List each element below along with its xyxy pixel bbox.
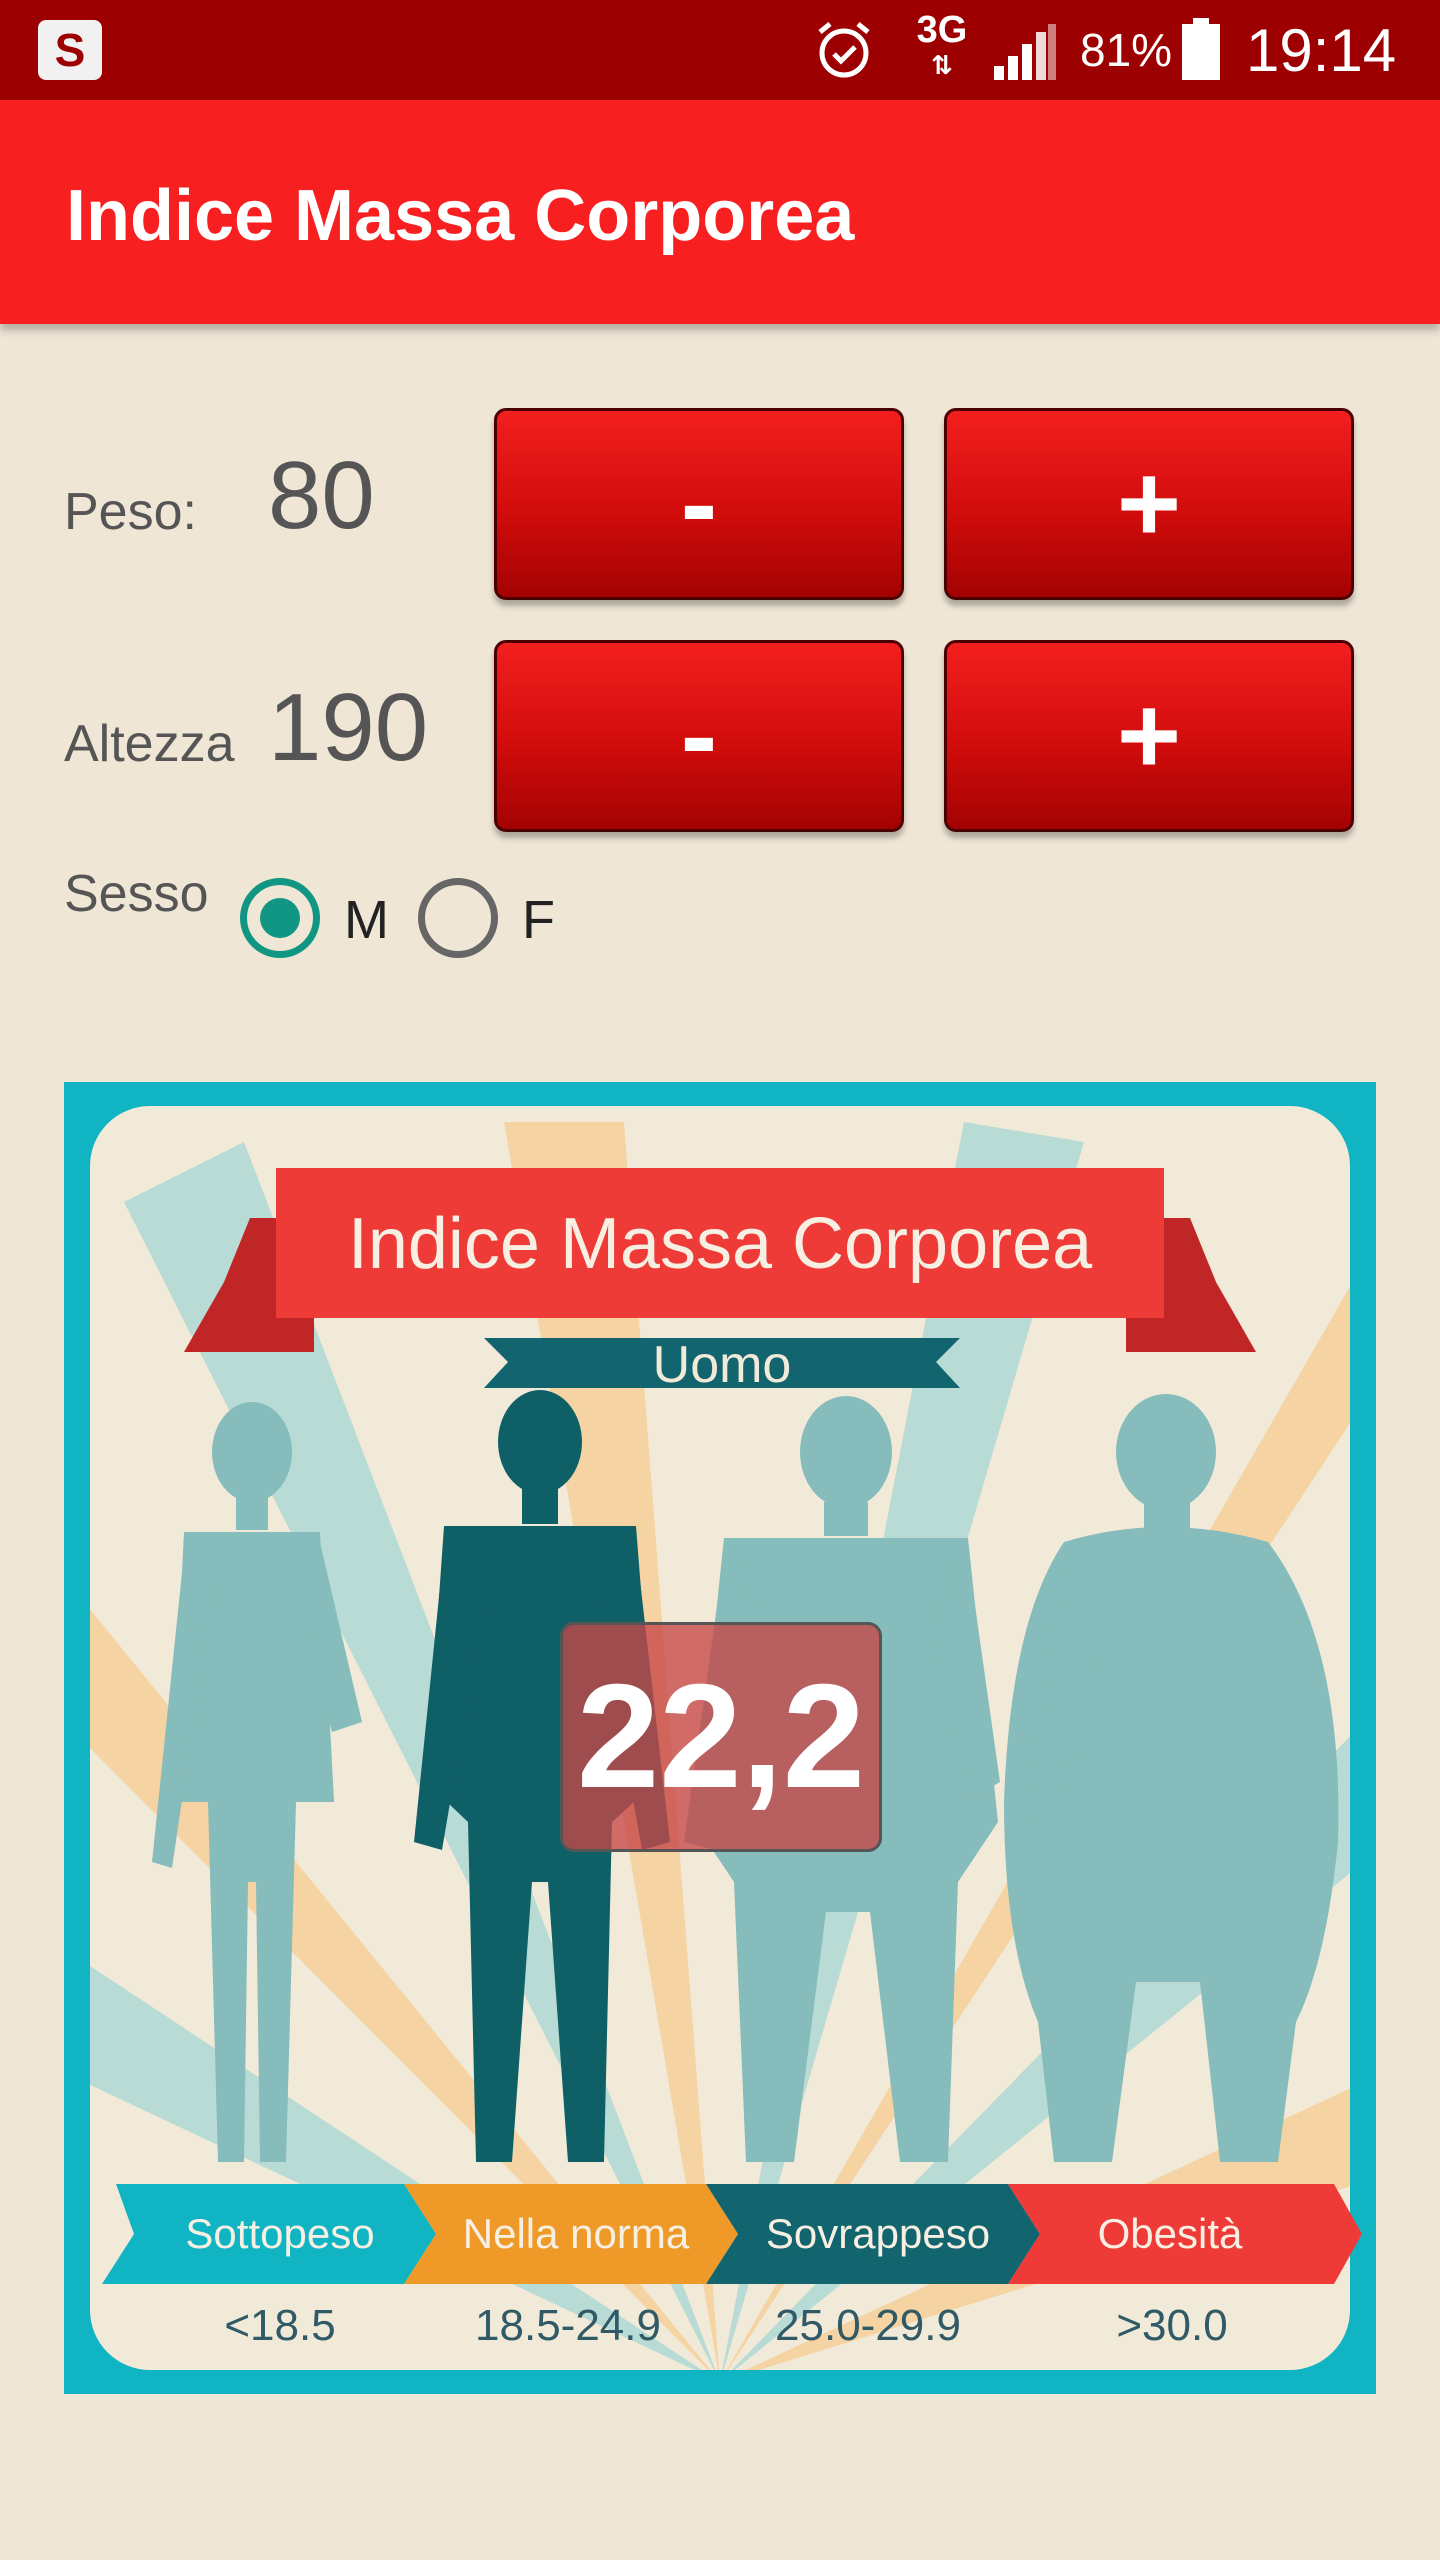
peso-decrease-button[interactable]: - xyxy=(494,408,904,600)
altezza-increase-button[interactable]: + xyxy=(944,640,1354,832)
category-name-underweight: Sottopeso xyxy=(185,2210,374,2257)
alarm-icon xyxy=(818,22,870,78)
category-range-normal: 18.5-24.9 xyxy=(475,2301,661,2350)
peso-increase-button[interactable]: + xyxy=(944,408,1354,600)
app-notification-icon: S xyxy=(38,20,102,80)
category-range-underweight: <18.5 xyxy=(224,2301,335,2350)
sex-radio-f[interactable] xyxy=(418,878,498,958)
status-bar: S 3G ⇅ 81% 19:14 xyxy=(0,0,1440,100)
bmi-result: 22,2 xyxy=(560,1622,882,1852)
poster-title: Indice Massa Corporea xyxy=(348,1204,1093,1284)
peso-value: 80 xyxy=(268,442,375,549)
sex-radio-m[interactable] xyxy=(240,878,320,958)
battery-icon xyxy=(1182,18,1220,80)
altezza-decrease-button[interactable]: - xyxy=(494,640,904,832)
data-arrows-icon: ⇅ xyxy=(931,50,953,80)
altezza-value: 190 xyxy=(268,674,429,781)
signal-icon xyxy=(994,24,1056,80)
category-name-normal: Nella norma xyxy=(463,2210,690,2257)
poster-subtitle: Uomo xyxy=(653,1336,792,1394)
battery-percent: 81% xyxy=(1080,24,1173,76)
peso-label: Peso: xyxy=(64,483,197,541)
sesso-label: Sesso xyxy=(64,865,209,923)
category-range-obese: >30.0 xyxy=(1116,2301,1227,2350)
category-name-overweight: Sovrappeso xyxy=(766,2210,990,2257)
app-bar: Indice Massa Corporea xyxy=(0,100,1440,324)
app-title: Indice Massa Corporea xyxy=(66,176,855,256)
category-name-obese: Obesità xyxy=(1098,2210,1243,2257)
network-type-label: 3G xyxy=(916,9,968,51)
category-range-overweight: 25.0-29.9 xyxy=(775,2301,961,2350)
sex-radio-f-label: F xyxy=(522,890,555,950)
bmi-illustration: Indice Massa Corporea Uomo Sottopeso Nel… xyxy=(64,1082,1376,2394)
network-type-icon: 3G ⇅ xyxy=(912,10,972,90)
sex-radio-m-label: M xyxy=(344,890,389,950)
clock: 19:14 xyxy=(1246,17,1397,84)
altezza-label: Altezza xyxy=(64,715,235,773)
